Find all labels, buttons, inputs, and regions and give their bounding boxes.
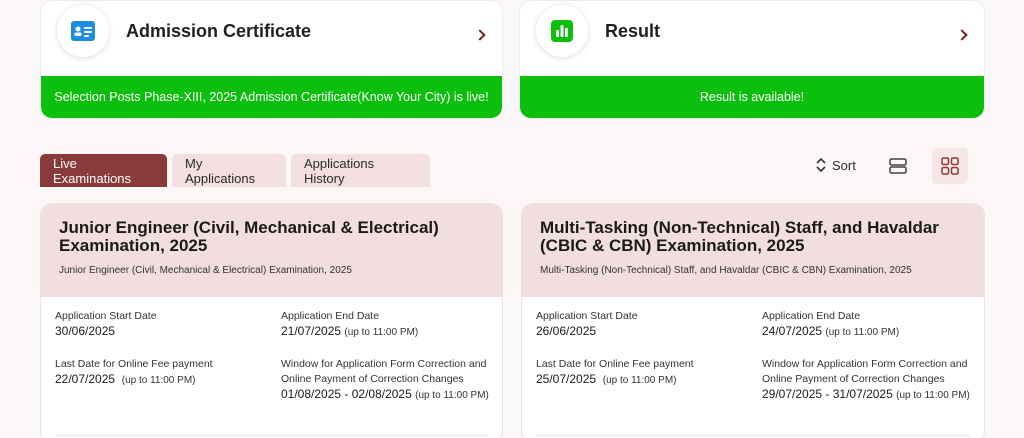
- exam-card[interactable]: Junior Engineer (Civil, Mechanical & Ele…: [40, 203, 503, 438]
- divider: [536, 435, 970, 436]
- tab-applications-history[interactable]: Applications History: [291, 154, 430, 187]
- fee-payment-last-date: Last Date for Online Fee payment 22/07/2…: [55, 358, 213, 386]
- bar-chart-icon: [536, 5, 588, 57]
- exam-title: Junior Engineer (Civil, Mechanical & Ele…: [59, 218, 439, 255]
- result-title: Result: [605, 21, 661, 41]
- chevron-right-icon[interactable]: [474, 29, 486, 41]
- exam-card-header: Multi-Tasking (Non-Technical) Staff, and…: [522, 204, 984, 297]
- fee-payment-last-date: Last Date for Online Fee payment 25/07/2…: [536, 358, 694, 386]
- result-card[interactable]: Result Result is available!: [519, 0, 985, 119]
- exam-subtitle: Multi-Tasking (Non-Technical) Staff, and…: [540, 265, 912, 276]
- grid-view-button[interactable]: [932, 148, 968, 184]
- correction-window: Window for Application Form Correction a…: [281, 358, 489, 401]
- admission-certificate-title: Admission Certificate: [126, 21, 312, 41]
- id-card-icon: [57, 5, 109, 57]
- chevron-right-icon[interactable]: [956, 29, 968, 41]
- exam-subtitle: Junior Engineer (Civil, Mechanical & Ele…: [59, 265, 352, 276]
- list-view-icon: [889, 158, 907, 174]
- sort-button[interactable]: Sort: [816, 155, 856, 175]
- application-end-date: Application End Date 24/07/2025 (up to 1…: [762, 310, 900, 338]
- grid-view-icon: [941, 157, 959, 175]
- sort-label: Sort: [832, 157, 856, 173]
- exam-tabs: Live Examinations My Applications Applic…: [40, 154, 430, 187]
- tab-live-examinations[interactable]: Live Examinations: [40, 154, 167, 187]
- application-start-date: Application Start Date 26/06/2025: [536, 310, 638, 338]
- exam-title: Multi-Tasking (Non-Technical) Staff, and…: [540, 218, 939, 255]
- admission-certificate-card[interactable]: Admission Certificate Selection Posts Ph…: [40, 0, 503, 119]
- exam-card[interactable]: Multi-Tasking (Non-Technical) Staff, and…: [521, 203, 985, 438]
- correction-window: Window for Application Form Correction a…: [762, 358, 970, 401]
- list-view-button[interactable]: [880, 148, 916, 184]
- divider: [55, 435, 488, 436]
- admission-certificate-banner[interactable]: Selection Posts Phase-XIII, 2025 Admissi…: [41, 76, 502, 118]
- tab-my-applications[interactable]: My Applications: [172, 154, 286, 187]
- sort-icon: [816, 157, 826, 173]
- application-end-date: Application End Date 21/07/2025 (up to 1…: [281, 310, 419, 338]
- application-start-date: Application Start Date 30/06/2025: [55, 310, 157, 338]
- result-banner[interactable]: Result is available!: [520, 76, 984, 118]
- exam-card-header: Junior Engineer (Civil, Mechanical & Ele…: [41, 204, 502, 297]
